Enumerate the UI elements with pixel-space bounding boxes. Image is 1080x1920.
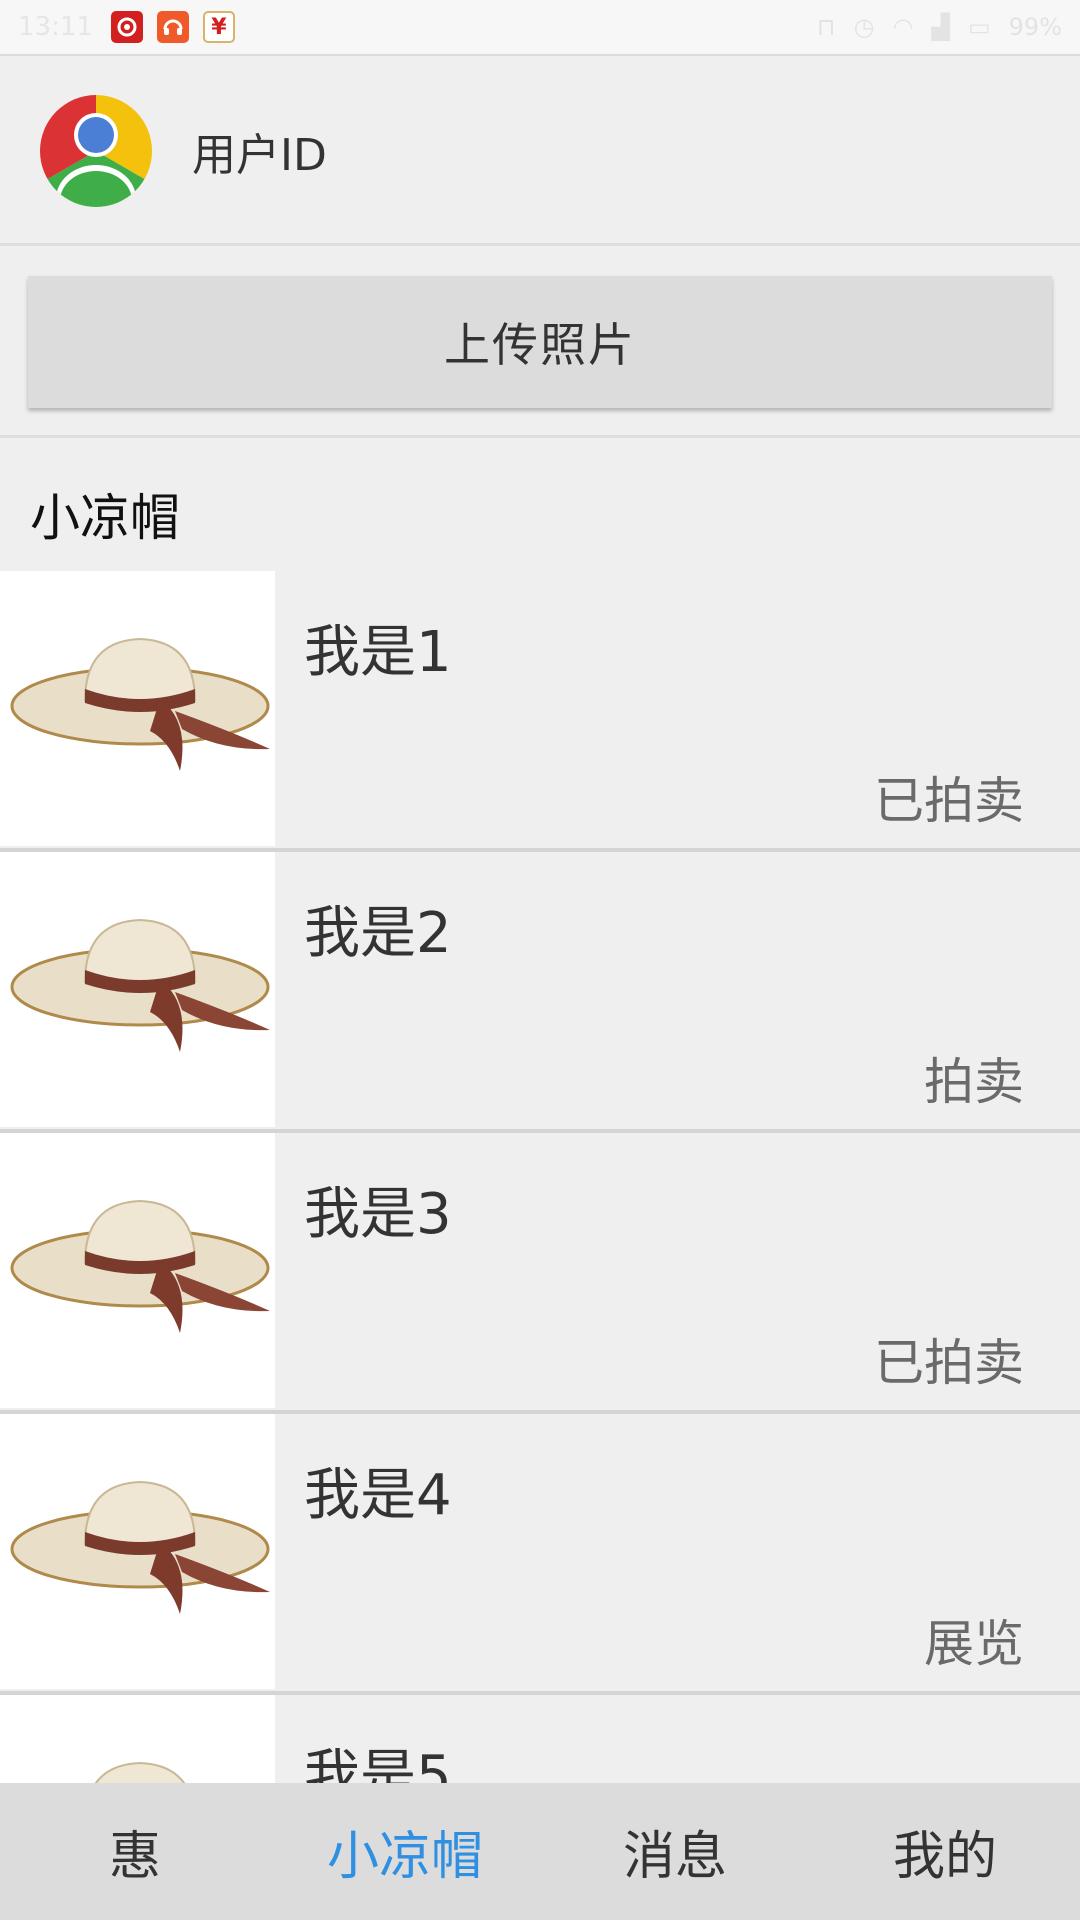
system-indicators: ⊓ ◷ ◠ ▟ ▭ 99%: [817, 13, 1062, 41]
bottom-nav: 惠 小凉帽 消息 我的: [0, 1783, 1080, 1920]
item-status: 已拍卖: [874, 772, 1024, 830]
avatar[interactable]: [40, 94, 152, 207]
alipay-icon: ¥: [202, 11, 235, 43]
item-title: 我是1: [304, 620, 452, 685]
tab-mine[interactable]: 我的: [810, 1783, 1080, 1920]
ximalaya-icon: [156, 11, 189, 43]
tab-hui[interactable]: 惠: [0, 1783, 270, 1920]
hat-image: [0, 1414, 275, 1689]
list-item[interactable]: 我是5: [0, 1695, 1080, 1783]
signal-icon: ▟: [931, 13, 950, 41]
alarm-icon: ◷: [853, 13, 875, 41]
hat-image: [0, 1695, 275, 1783]
item-title: 我是4: [304, 1463, 452, 1528]
list-item[interactable]: 我是2 拍卖: [0, 852, 1080, 1133]
hat-image: [0, 852, 275, 1127]
item-status: 展览: [924, 1615, 1024, 1673]
upload-photo-button[interactable]: 上传照片: [28, 276, 1052, 408]
status-bar: 13:11 ¥ ⊓ ◷ ◠ ▟ ▭ 99%: [0, 0, 1080, 56]
hat-image: [0, 1133, 275, 1408]
status-time: 13:11: [18, 12, 93, 42]
item-title: 我是5: [304, 1744, 452, 1783]
section-title: 小凉帽: [30, 489, 180, 547]
hat-list[interactable]: 我是1 已拍卖 我是2 拍卖 我是3 已拍卖 我是4 展览 我是5: [0, 571, 1080, 1783]
user-id-label: 用户ID: [192, 129, 327, 181]
nfc-icon: ⊓: [816, 13, 836, 41]
list-item[interactable]: 我是4 展览: [0, 1414, 1080, 1695]
tab-messages[interactable]: 消息: [540, 1783, 810, 1920]
battery-icon: ▭: [967, 13, 991, 41]
profile-header[interactable]: 用户ID: [0, 58, 1080, 246]
item-status: 已拍卖: [874, 1334, 1024, 1392]
list-item[interactable]: 我是3 已拍卖: [0, 1133, 1080, 1414]
tab-hat[interactable]: 小凉帽: [270, 1783, 540, 1920]
upload-section: 上传照片: [0, 250, 1080, 438]
netease-music-icon: [110, 11, 143, 43]
battery-percent: 99%: [1008, 13, 1062, 41]
item-title: 我是2: [304, 901, 452, 966]
item-title: 我是3: [304, 1182, 452, 1247]
wifi-icon: ◠: [892, 13, 914, 41]
list-item[interactable]: 我是1 已拍卖: [0, 571, 1080, 852]
item-status: 拍卖: [924, 1053, 1024, 1111]
hat-image: [0, 571, 275, 846]
